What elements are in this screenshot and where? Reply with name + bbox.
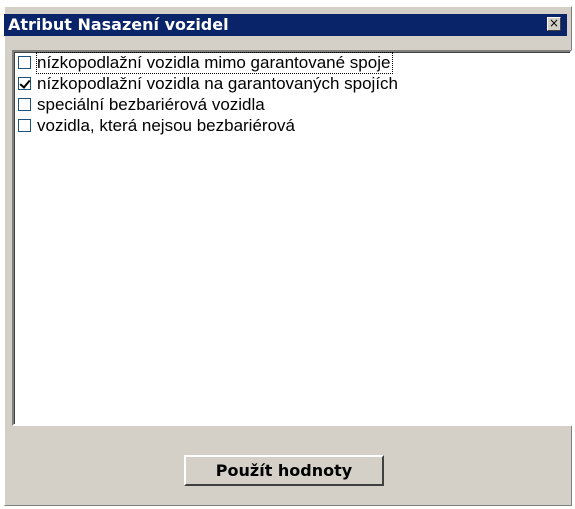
list-item-label: vozidla, která nejsou bezbariérová — [37, 115, 295, 135]
close-icon[interactable]: × — [547, 17, 561, 31]
list-item-label: nízkopodlažní vozidla na garantovaných s… — [37, 73, 399, 93]
checkbox-list[interactable]: nízkopodlažní vozidla mimo garantované s… — [12, 50, 572, 426]
list-item[interactable]: speciální bezbariérová vozidla — [14, 94, 570, 115]
checkbox[interactable] — [18, 98, 31, 111]
list-item-label: nízkopodlažní vozidla mimo garantované s… — [35, 51, 394, 74]
checkbox-checked[interactable] — [18, 77, 31, 90]
list-item-label: speciální bezbariérová vozidla — [37, 94, 265, 114]
window-title: Atribut Nasazení vozidel — [8, 15, 229, 34]
checkbox[interactable] — [18, 56, 31, 69]
title-bar[interactable]: Atribut Nasazení vozidel × — [4, 14, 567, 36]
checkbox[interactable] — [18, 119, 31, 132]
list-item[interactable]: nízkopodlažní vozidla mimo garantované s… — [14, 51, 570, 74]
list-item[interactable]: nízkopodlažní vozidla na garantovaných s… — [14, 73, 570, 94]
list-item[interactable]: vozidla, která nejsou bezbariérová — [14, 115, 570, 136]
apply-values-button[interactable]: Použít hodnoty — [184, 455, 384, 486]
